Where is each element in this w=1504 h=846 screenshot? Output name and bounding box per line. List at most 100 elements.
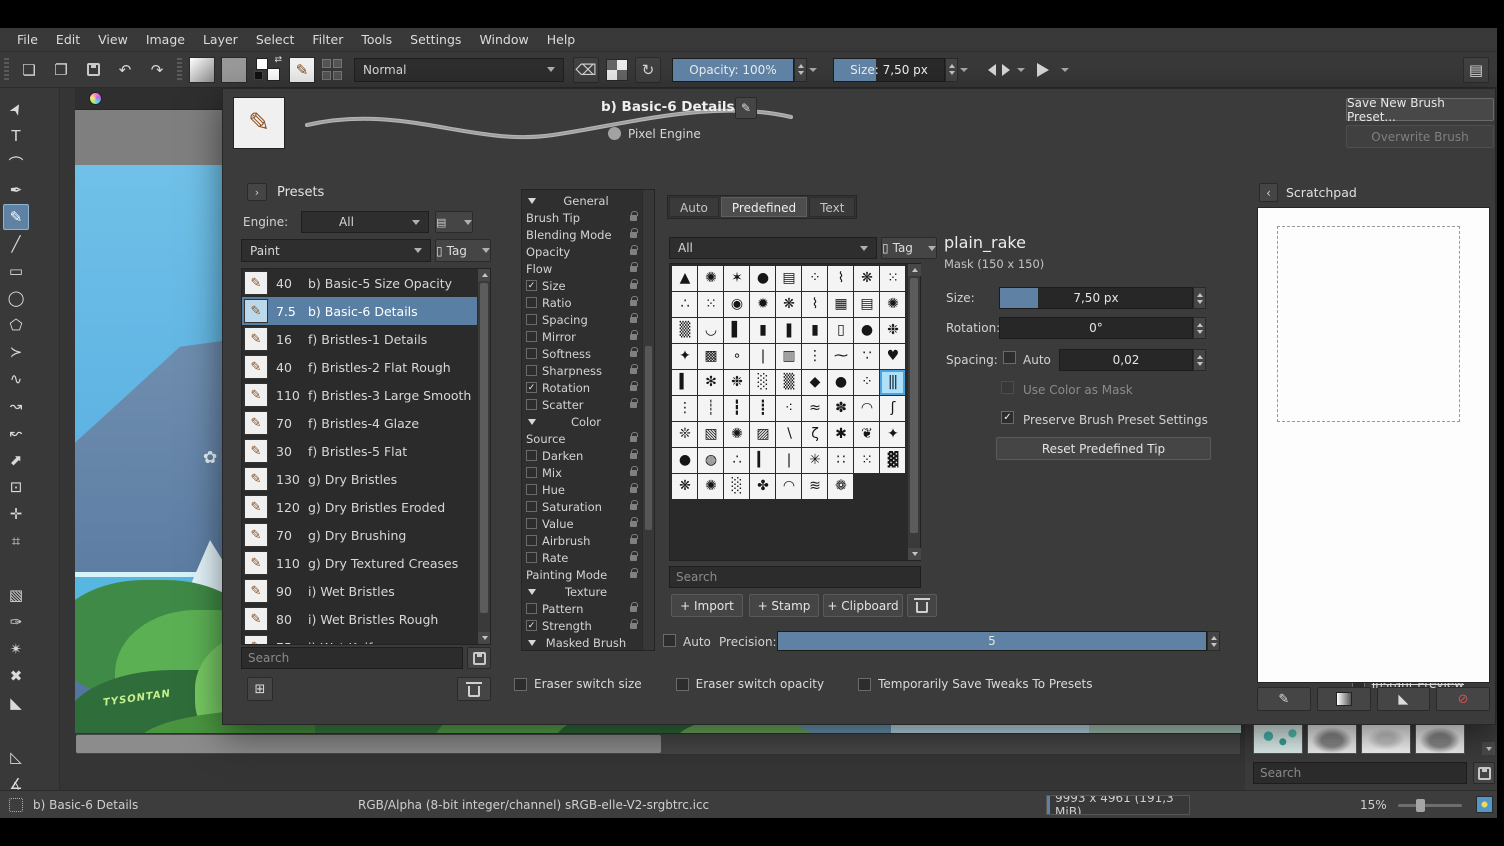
engine-filter-combo[interactable]: All (301, 211, 429, 233)
mirror-vertical-icon[interactable] (1030, 57, 1056, 83)
brush-tip-cell[interactable]: ◠ (854, 396, 879, 421)
brush-tip-cell[interactable]: ❋ (672, 474, 697, 499)
tip-spacing-field[interactable]: 0,02 (1059, 349, 1193, 371)
menu-tools[interactable]: Tools (352, 29, 401, 50)
checkbox[interactable] (514, 678, 527, 691)
preserve-settings-checkbox[interactable] (1001, 411, 1014, 424)
tool-gradient[interactable]: ▧ (3, 582, 29, 608)
brush-tip-cell[interactable]: ❘ (776, 448, 801, 473)
brush-tip-cell[interactable]: ⌇ (828, 266, 853, 291)
brush-tip-cell[interactable]: ❋ (854, 266, 879, 291)
tip-rotation-spinner[interactable] (1193, 317, 1206, 339)
rename-preset-icon[interactable]: ✎ (735, 97, 757, 119)
preset-row-f-bristles-5-flat[interactable]: ✎30f) Bristles-5 Flat (242, 437, 490, 465)
brush-presets-grid-icon[interactable] (322, 59, 344, 81)
gradient-fill-button[interactable] (1317, 687, 1371, 711)
brush-tip-cell[interactable]: ♥ (880, 344, 905, 369)
statusbar-dimensions[interactable]: 9993 x 4961 (191,3 MiB) (1046, 795, 1190, 815)
brush-option-blending-mode[interactable]: Blending Mode (522, 226, 642, 243)
tool-freehand-path[interactable]: ↝ (3, 393, 29, 419)
preset-scrollbar-thumb[interactable] (480, 283, 488, 613)
brush-tip-cell[interactable]: ● (854, 318, 879, 343)
preset-search-input[interactable] (241, 647, 463, 669)
brush-tip-cell[interactable]: ✺ (724, 422, 749, 447)
brush-option-rate[interactable]: Rate (522, 549, 642, 566)
brush-option-opacity[interactable]: Opacity (522, 243, 642, 260)
brush-editor-toggle[interactable]: ✎ (289, 57, 315, 83)
option-checkbox[interactable] (526, 620, 537, 631)
brush-tip-cell[interactable]: ● (750, 266, 775, 291)
footer-check-eraser-switch-size[interactable]: Eraser switch size (514, 677, 642, 691)
footer-check-temporarily-save-tweaks-to-presets[interactable]: Temporarily Save Tweaks To Presets (858, 677, 1092, 691)
brush-tip-cell[interactable]: ∴ (724, 448, 749, 473)
brush-tip-cell[interactable]: ✳ (802, 448, 827, 473)
brush-tip-selected[interactable]: ||| (880, 370, 905, 395)
paint-brush-button[interactable]: ✎ (1257, 687, 1311, 711)
precision-auto-checkbox[interactable] (663, 634, 676, 647)
preset-thumbnail[interactable] (1253, 724, 1303, 754)
preset-row-f-bristles-3-large-smooth[interactable]: ✎110f) Bristles-3 Large Smooth (242, 381, 490, 409)
options-scrollbar[interactable] (642, 190, 654, 650)
brush-tip-cell[interactable]: ▎ (750, 448, 775, 473)
preserve-alpha-icon[interactable] (606, 59, 628, 81)
reload-preset-icon[interactable]: ↻ (635, 57, 661, 83)
option-checkbox[interactable] (526, 314, 537, 325)
menu-layer[interactable]: Layer (194, 29, 247, 50)
brush-option-pattern[interactable]: Pattern (522, 600, 642, 617)
brush-tip-cell[interactable]: ┋ (750, 396, 775, 421)
delete-preset-button[interactable] (457, 677, 491, 701)
tag-filter-combo[interactable]: Paint (241, 239, 431, 262)
menu-window[interactable]: Window (470, 29, 537, 50)
save-document-icon[interactable] (80, 57, 106, 83)
opacity-slider[interactable]: Opacity: 100% (672, 58, 794, 82)
menu-help[interactable]: Help (538, 29, 585, 50)
option-checkbox[interactable] (526, 331, 537, 342)
preset-search-save-icon[interactable] (467, 647, 491, 669)
brush-option-sharpness[interactable]: Sharpness (522, 362, 642, 379)
opacity-spinner[interactable] (794, 58, 807, 82)
brush-tip-cell[interactable]: ⁖ (776, 396, 801, 421)
zoom-slider-thumb[interactable] (1416, 799, 1425, 812)
option-checkbox[interactable] (526, 535, 537, 546)
brush-tip-cell[interactable]: ❁ (828, 474, 853, 499)
brush-tip-cell[interactable]: ▦ (828, 292, 853, 317)
tip-filter-combo[interactable]: All (669, 237, 877, 259)
tool-transform[interactable]: ⊡ (3, 474, 29, 500)
brush-tip-cell[interactable]: ▤ (776, 266, 801, 291)
tool-polygon[interactable]: ⬠ (3, 312, 29, 338)
brush-tip-cell[interactable]: ◍ (698, 448, 723, 473)
menu-edit[interactable]: Edit (47, 29, 89, 50)
brush-option-saturation[interactable]: Saturation (522, 498, 642, 515)
brush-option-flow[interactable]: Flow (522, 260, 642, 277)
brush-option-softness[interactable]: Softness (522, 345, 642, 362)
brush-tip-cell[interactable]: ▮ (750, 318, 775, 343)
tool-freehand-brush[interactable]: ✎ (3, 204, 29, 230)
brush-option-masked-brush[interactable]: Masked Brush (522, 634, 642, 651)
tip-size-field[interactable]: 7,50 px (999, 287, 1193, 309)
brush-option-airbrush[interactable]: Airbrush (522, 532, 642, 549)
docker-scroll-down-icon[interactable] (1482, 742, 1495, 755)
brush-option-color[interactable]: Color (522, 413, 642, 430)
brush-tip-cell[interactable]: ∵ (854, 344, 879, 369)
eraser-mode-icon[interactable]: ⌫ (573, 57, 599, 83)
checkbox[interactable] (858, 678, 871, 691)
scroll-up-icon[interactable] (908, 264, 921, 276)
brush-option-source[interactable]: Source (522, 430, 642, 447)
brush-tip-cell[interactable]: ∖ (776, 422, 801, 447)
option-checkbox[interactable] (526, 501, 537, 512)
brush-tip-cell[interactable]: ▧ (698, 422, 723, 447)
option-checkbox[interactable] (526, 518, 537, 529)
checkbox[interactable] (676, 678, 689, 691)
precision-spinner[interactable] (1207, 631, 1220, 651)
precision-slider[interactable]: 5 (777, 631, 1207, 651)
brush-tip-cell[interactable]: ⋮ (802, 344, 827, 369)
delete-tip-button[interactable] (907, 594, 937, 617)
brush-tip-cell[interactable]: ● (828, 370, 853, 395)
preset-row-g-dry-textured-creases[interactable]: ✎110g) Dry Textured Creases (242, 549, 490, 577)
brush-tip-cell[interactable]: ❉ (724, 370, 749, 395)
scroll-down-icon[interactable] (908, 548, 921, 560)
preset-view-mode-button[interactable]: ▤ (435, 211, 473, 233)
tip-search-input[interactable] (669, 566, 921, 588)
brush-tip-cell[interactable]: ✶ (724, 266, 749, 291)
brush-tip-cell[interactable]: ✦ (672, 344, 697, 369)
